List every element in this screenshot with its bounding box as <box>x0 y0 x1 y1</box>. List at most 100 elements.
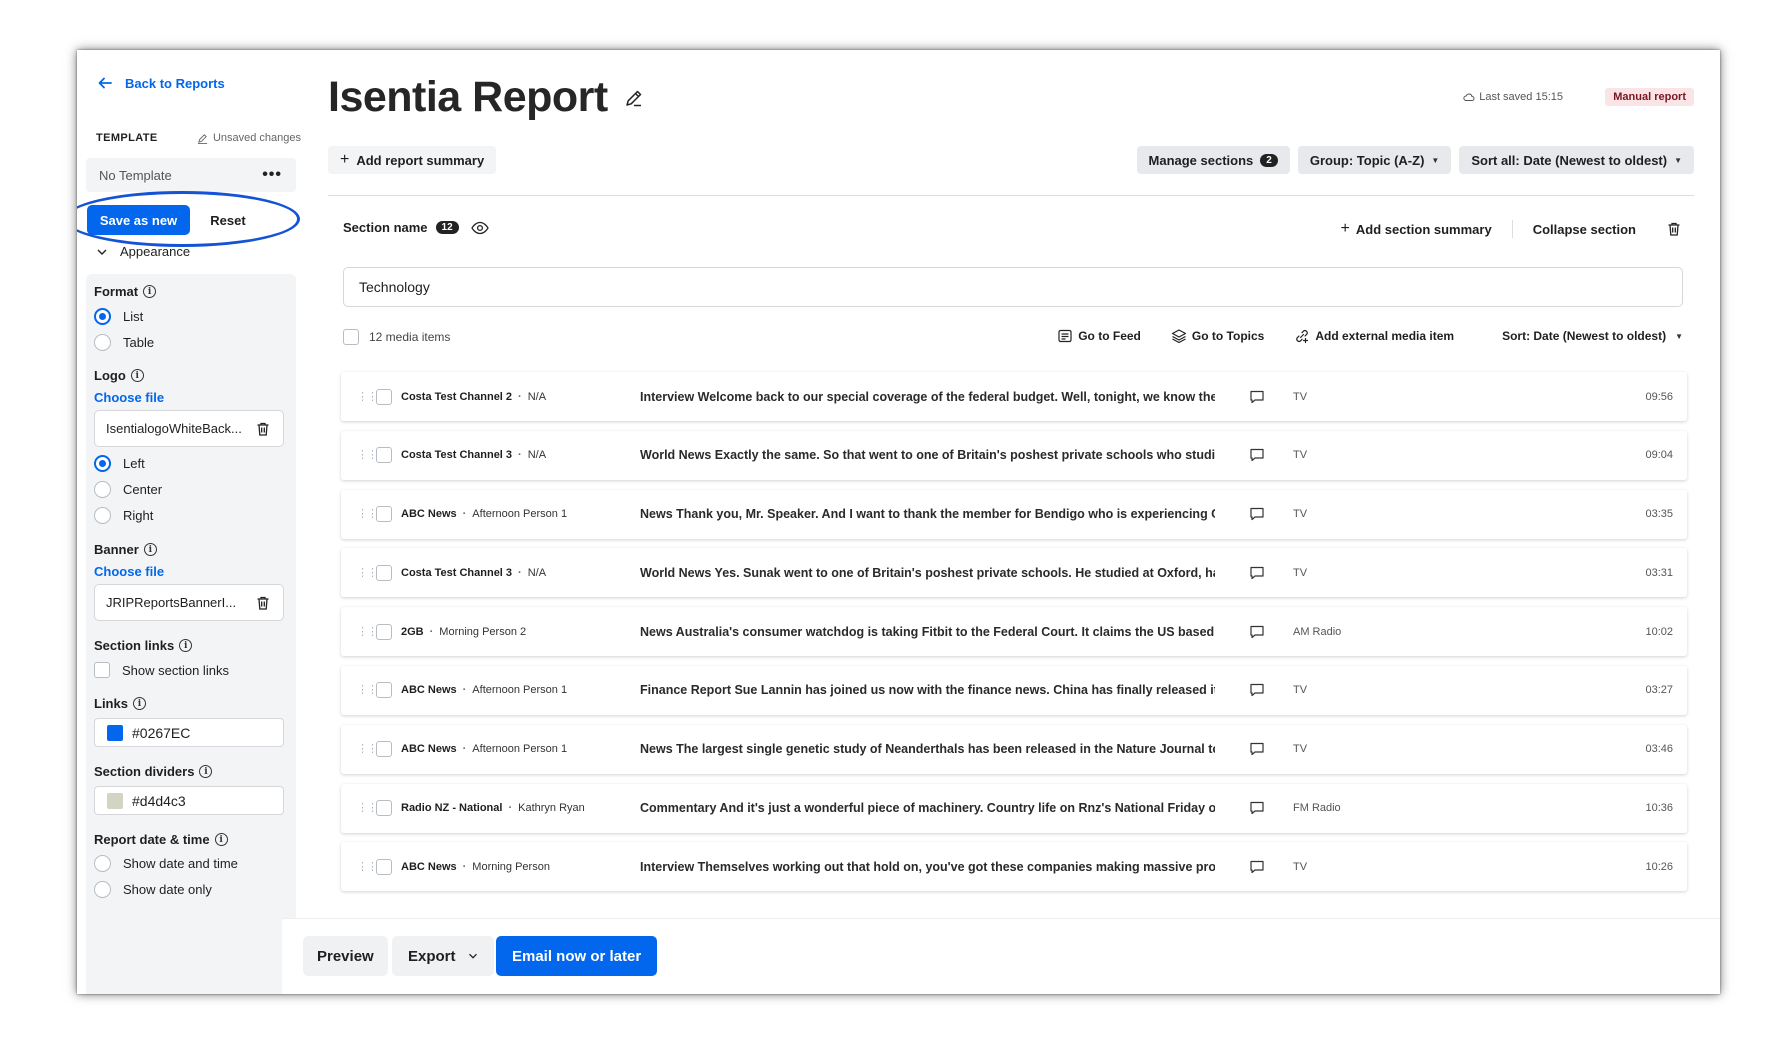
go-to-feed-button[interactable]: Go to Feed <box>1057 328 1141 344</box>
item-headline[interactable]: News The largest single genetic study of… <box>640 742 1215 756</box>
item-headline[interactable]: World News Exactly the same. So that wen… <box>640 448 1215 462</box>
show-date-and-time-option[interactable]: Show date and time <box>94 855 238 872</box>
add-section-summary-button[interactable]: + Add section summary <box>1341 220 1492 238</box>
drag-handle-icon[interactable]: ⋮⋮ <box>357 744 378 755</box>
checkbox-icon[interactable] <box>376 623 392 640</box>
edit-pencil-icon[interactable] <box>624 88 644 108</box>
trash-icon[interactable] <box>255 595 271 611</box>
color-swatch[interactable] <box>107 724 123 741</box>
format-option-table[interactable]: Table <box>94 334 154 351</box>
comment-icon[interactable] <box>1249 448 1265 462</box>
drag-handle-icon[interactable]: ⋮⋮ <box>357 567 378 578</box>
comment-icon[interactable] <box>1249 566 1265 580</box>
info-icon[interactable]: i <box>199 765 213 778</box>
save-as-new-button[interactable]: Save as new <box>87 205 190 235</box>
comment-icon[interactable] <box>1249 801 1265 815</box>
radio-selected-icon[interactable] <box>94 308 111 325</box>
collapse-section-button[interactable]: Collapse section <box>1533 222 1636 237</box>
drag-handle-icon[interactable]: ⋮⋮ <box>357 450 378 461</box>
checkbox-icon[interactable] <box>94 662 110 678</box>
show-section-links-checkbox[interactable]: Show section links <box>94 662 229 678</box>
media-item-row[interactable]: ⋮⋮ ABC News · Afternoon Person 1 Finance R… <box>341 665 1687 715</box>
media-item-row[interactable]: ⋮⋮ Radio NZ - National · Kathryn Ryan Comm… <box>341 783 1687 833</box>
add-report-summary-button[interactable]: + Add report summary <box>328 146 497 174</box>
comment-icon[interactable] <box>1249 390 1265 404</box>
drag-handle-icon[interactable]: ⋮⋮ <box>357 685 378 696</box>
preview-button[interactable]: Preview <box>303 936 388 976</box>
format-option-list[interactable]: List <box>94 308 143 325</box>
media-item-row[interactable]: ⋮⋮ Costa Test Channel 3 · N/A World News Y… <box>341 548 1687 598</box>
info-icon[interactable]: i <box>143 285 157 298</box>
drag-handle-icon[interactable]: ⋮⋮ <box>357 626 378 637</box>
comment-icon[interactable] <box>1249 625 1265 639</box>
logo-align-center[interactable]: Center <box>94 481 162 498</box>
appearance-toggle[interactable]: Appearance <box>96 244 190 259</box>
drag-handle-icon[interactable]: ⋮⋮ <box>357 391 378 402</box>
checkbox-icon[interactable] <box>376 447 392 464</box>
section-name-input[interactable]: Technology <box>343 267 1683 307</box>
comment-icon[interactable] <box>1249 742 1265 756</box>
radio-icon[interactable] <box>94 855 111 872</box>
item-headline[interactable]: Interview Themselves working out that ho… <box>640 860 1215 874</box>
logo-choose-file-link[interactable]: Choose file <box>94 390 164 405</box>
item-headline[interactable]: Commentary And it's just a wonderful pie… <box>640 801 1215 815</box>
item-headline[interactable]: Interview Welcome back to our special co… <box>640 390 1215 404</box>
section-sort-dropdown[interactable]: Sort: Date (Newest to oldest) ▼ <box>1502 329 1683 343</box>
radio-icon[interactable] <box>94 881 111 898</box>
add-external-media-button[interactable]: Add external media item <box>1294 328 1454 344</box>
media-item-row[interactable]: ⋮⋮ ABC News · Afternoon Person 1 News The … <box>341 724 1687 774</box>
go-to-topics-button[interactable]: Go to Topics <box>1171 328 1264 344</box>
show-date-only-option[interactable]: Show date only <box>94 881 212 898</box>
checkbox-icon[interactable] <box>343 329 359 345</box>
eye-icon[interactable] <box>470 221 489 235</box>
radio-icon[interactable] <box>94 481 111 498</box>
select-all-media[interactable]: 12 media items <box>343 329 450 345</box>
checkbox-icon[interactable] <box>376 506 392 523</box>
links-color-field[interactable]: #0267EC <box>94 718 284 747</box>
trash-icon[interactable] <box>1666 221 1682 237</box>
drag-handle-icon[interactable]: ⋮⋮ <box>357 861 378 872</box>
sort-all-dropdown[interactable]: Sort all: Date (Newest to oldest) ▼ <box>1459 146 1694 174</box>
template-select[interactable]: No Template ••• <box>86 158 296 192</box>
checkbox-icon[interactable] <box>376 858 392 875</box>
color-swatch[interactable] <box>107 792 123 809</box>
comment-icon[interactable] <box>1249 507 1265 521</box>
radio-icon[interactable] <box>94 507 111 524</box>
info-icon[interactable]: i <box>179 639 193 652</box>
comment-icon[interactable] <box>1249 683 1265 697</box>
radio-selected-icon[interactable] <box>94 455 111 472</box>
dividers-color-field[interactable]: #d4d4c3 <box>94 786 284 815</box>
info-icon[interactable]: i <box>143 543 157 556</box>
checkbox-icon[interactable] <box>376 388 392 405</box>
info-icon[interactable]: i <box>132 697 146 710</box>
logo-align-right[interactable]: Right <box>94 507 153 524</box>
banner-choose-file-link[interactable]: Choose file <box>94 564 164 579</box>
checkbox-icon[interactable] <box>376 564 392 581</box>
email-now-or-later-button[interactable]: Email now or later <box>496 936 658 976</box>
report-title-text[interactable]: Isentia Report <box>328 73 608 122</box>
info-icon[interactable]: i <box>214 833 228 846</box>
item-headline[interactable]: News Australia's consumer watchdog is ta… <box>640 625 1215 639</box>
drag-handle-icon[interactable]: ⋮⋮ <box>357 803 378 814</box>
comment-icon[interactable] <box>1249 860 1265 874</box>
media-item-row[interactable]: ⋮⋮ 2GB · Morning Person 2 News Australia's… <box>341 607 1687 657</box>
media-item-row[interactable]: ⋮⋮ Costa Test Channel 3 · N/A World News E… <box>341 430 1687 480</box>
info-icon[interactable]: i <box>130 369 144 382</box>
item-headline[interactable]: News Thank you, Mr. Speaker. And I want … <box>640 507 1215 521</box>
logo-align-left[interactable]: Left <box>94 455 145 472</box>
more-options-icon[interactable]: ••• <box>262 166 282 184</box>
group-dropdown[interactable]: Group: Topic (A-Z) ▼ <box>1297 146 1452 174</box>
drag-handle-icon[interactable]: ⋮⋮ <box>357 509 378 520</box>
media-item-row[interactable]: ⋮⋮ ABC News · Morning Person Interview The… <box>341 842 1687 892</box>
checkbox-icon[interactable] <box>376 800 392 817</box>
manage-sections-button[interactable]: Manage sections 2 <box>1136 146 1290 174</box>
item-headline[interactable]: Finance Report Sue Lannin has joined us … <box>640 683 1215 697</box>
trash-icon[interactable] <box>255 421 271 437</box>
checkbox-icon[interactable] <box>376 682 392 699</box>
export-button[interactable]: Export <box>392 936 494 976</box>
reset-button[interactable]: Reset <box>195 205 261 235</box>
radio-icon[interactable] <box>94 334 111 351</box>
media-item-row[interactable]: ⋮⋮ Costa Test Channel 2 · N/A Interview We… <box>341 372 1687 421</box>
back-to-reports-link[interactable]: Back to Reports <box>97 75 225 91</box>
item-headline[interactable]: World News Yes. Sunak went to one of Bri… <box>640 566 1215 580</box>
